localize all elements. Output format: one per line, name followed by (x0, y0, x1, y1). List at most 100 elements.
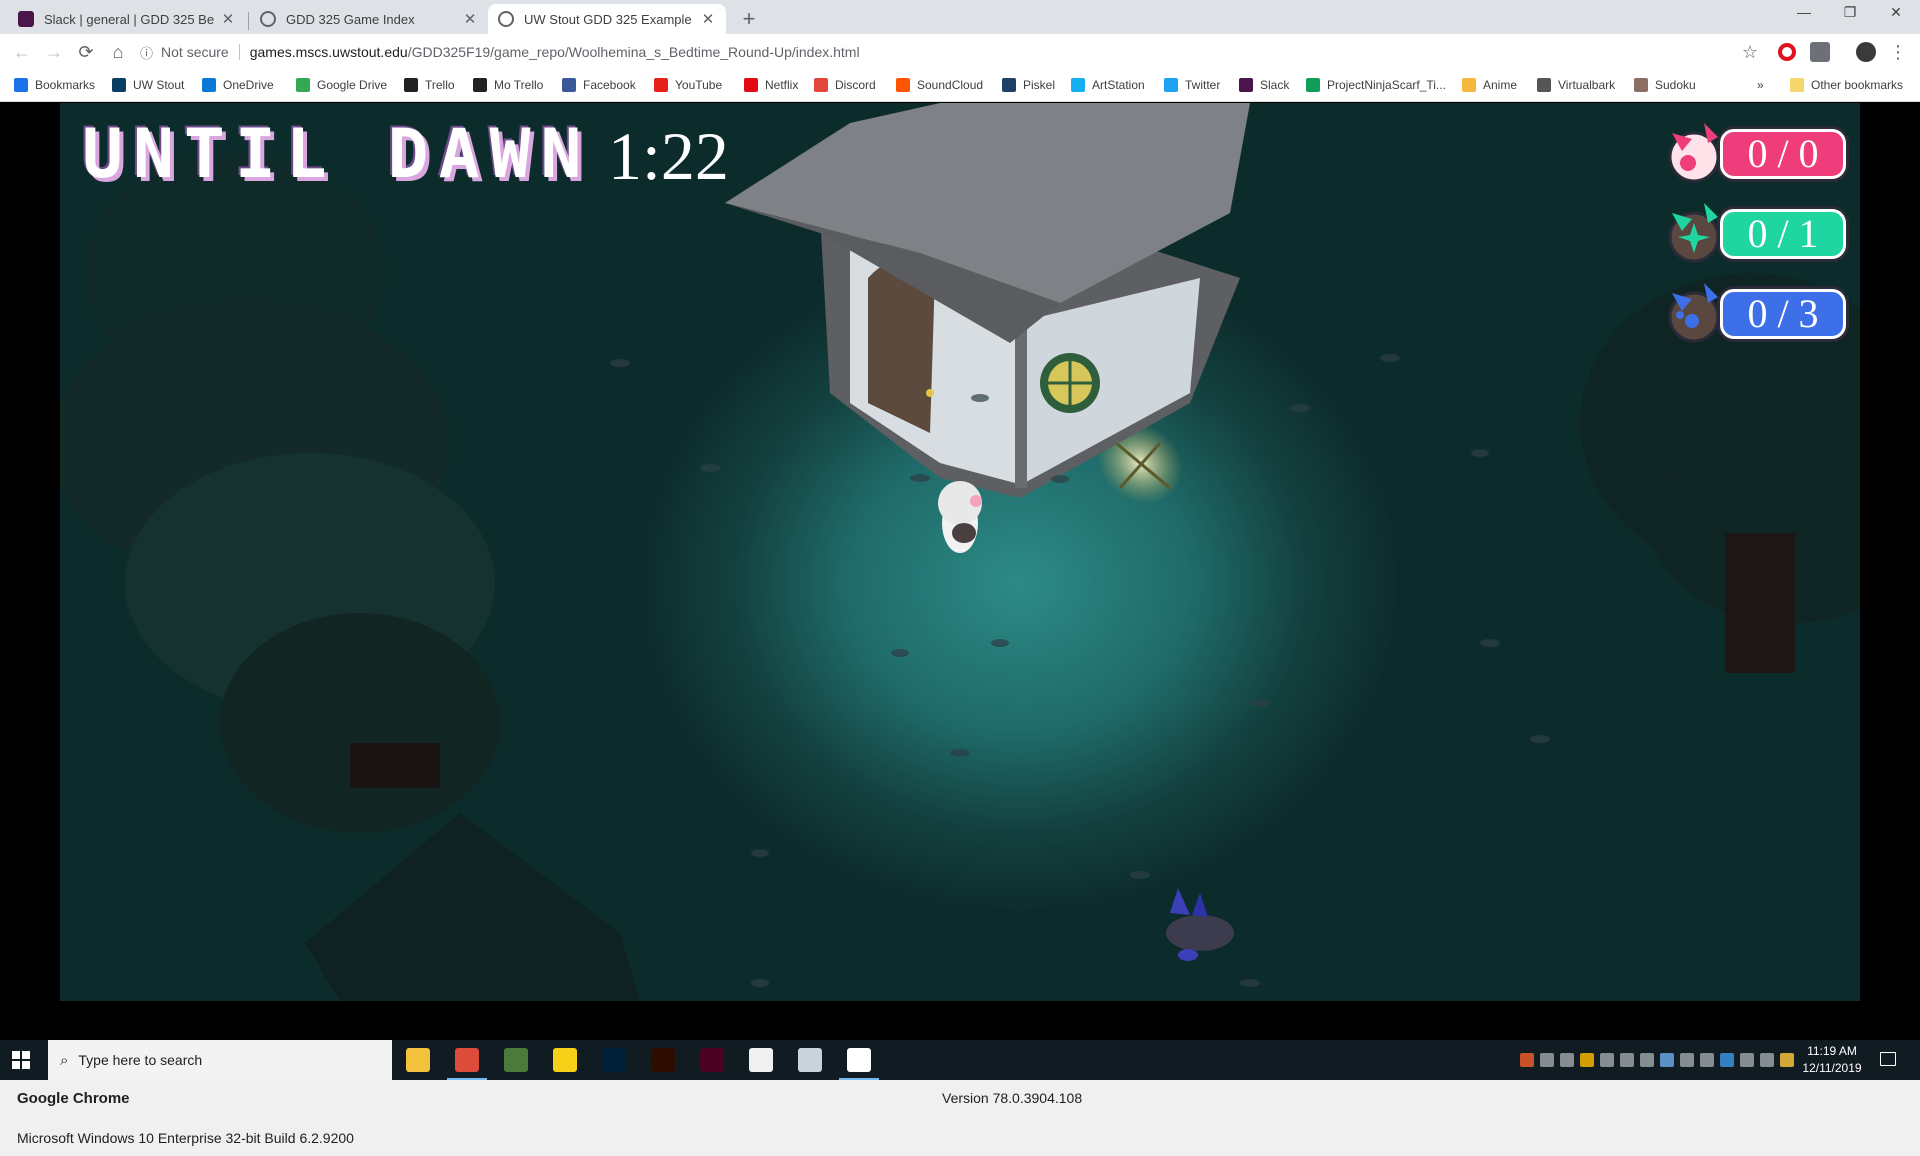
bookmark-virtualbark[interactable]: Virtualbark (1537, 78, 1615, 92)
windows-start-icon[interactable] (12, 1051, 30, 1069)
tab-slack[interactable]: Slack | general | GDD 325 Berrier ✕ (8, 4, 246, 34)
opera-extension-icon[interactable] (1778, 43, 1796, 61)
bookmark-bookmarks[interactable]: Bookmarks (14, 78, 95, 92)
volume-icon[interactable] (1760, 1053, 1774, 1067)
chrome-icon[interactable] (447, 1048, 487, 1080)
minimize-button[interactable]: — (1782, 4, 1826, 26)
bookmark-label: ProjectNinjaScarf_Ti... (1327, 78, 1446, 92)
bookmark-soundcloud[interactable]: SoundCloud (896, 78, 983, 92)
tab-example-game[interactable]: UW Stout GDD 325 Example Gam ✕ (488, 4, 726, 34)
tab-game-index[interactable]: GDD 325 Game Index ✕ (250, 4, 488, 34)
omnibox-divider (238, 44, 240, 60)
close-tab-icon[interactable]: ✕ (462, 10, 478, 28)
reload-button[interactable]: ⟳ (74, 41, 98, 63)
onedrive-tray-icon[interactable] (1660, 1053, 1674, 1067)
windows-taskbar: ⌕ Type here to search 11:19 AM 12/11/201… (0, 1040, 1920, 1080)
steam-tray-icon[interactable] (1600, 1053, 1614, 1067)
tree-left-bottom (305, 813, 640, 1001)
bookmark-favicon-icon (562, 78, 576, 92)
url-host: games.mscs.uwstout.edu (249, 44, 408, 60)
bookmark-trello[interactable]: Trello (404, 78, 455, 92)
bookmark-label: SoundCloud (917, 78, 984, 92)
bookmark-youtube[interactable]: YouTube (654, 78, 722, 92)
bookmark-label: Slack (1260, 78, 1290, 92)
tray-app-icon[interactable] (1540, 1053, 1554, 1067)
pink-sheep-counter: 0 / 0 (1664, 117, 1854, 187)
discord-tray-icon[interactable] (1560, 1053, 1574, 1067)
bookmark-favicon-icon (814, 78, 828, 92)
bookmark-label: OneDrive (223, 78, 274, 92)
other-bookmarks-folder[interactable]: Other bookmarks (1790, 78, 1903, 92)
bookmark-favicon-icon (1164, 78, 1178, 92)
bluetooth-icon[interactable] (1720, 1053, 1734, 1067)
illustrator-icon[interactable] (651, 1048, 675, 1072)
bookmark-twitter[interactable]: Twitter (1164, 78, 1220, 92)
player-sheep (938, 481, 982, 553)
new-tab-button[interactable]: + (736, 6, 762, 32)
indesign-icon[interactable] (700, 1048, 724, 1072)
bookmark-anime[interactable]: Anime (1462, 78, 1517, 92)
bookmark-label: Discord (835, 78, 876, 92)
close-window-button[interactable]: ✕ (1874, 4, 1918, 26)
home-button[interactable]: ⌂ (106, 41, 130, 63)
bookmark-netflix[interactable]: Netflix (744, 78, 798, 92)
minecraft-icon[interactable] (504, 1048, 528, 1072)
file-explorer-icon[interactable] (406, 1048, 430, 1072)
bookmark-artstation[interactable]: ArtStation (1071, 78, 1145, 92)
bookmark-discord[interactable]: Discord (814, 78, 876, 92)
address-bar[interactable]: ⓘ Not secure games.mscs.uwstout.edu/GDD3… (140, 39, 1760, 65)
bookmark-onedrive[interactable]: OneDrive (202, 78, 274, 92)
bookmark-label: Google Drive (317, 78, 388, 92)
bookmarks-overflow-button[interactable]: » (1757, 78, 1764, 92)
bookmark-sudoku[interactable]: Sudoku (1634, 78, 1696, 92)
bookmark-label: YouTube (675, 78, 723, 92)
close-tab-icon[interactable]: ✕ (700, 10, 716, 28)
sticky-notes-icon[interactable] (553, 1048, 577, 1072)
menu-kebab-icon[interactable]: ⋮ (1886, 41, 1910, 63)
game-scene (60, 103, 1860, 1001)
photoshop-icon[interactable] (602, 1048, 626, 1072)
game-canvas[interactable]: UNTIL DAWN 1:22 0 / 0 0 / 1 0 / 3 (60, 103, 1860, 1001)
bookmark-mo-trello[interactable]: Mo Trello (473, 78, 543, 92)
bookmark-piskel[interactable]: Piskel (1002, 78, 1055, 92)
notification-center-icon[interactable] (1880, 1052, 1896, 1066)
bookmark-favicon-icon (1462, 78, 1476, 92)
bookmark-favicon-icon (1306, 78, 1320, 92)
back-button[interactable]: ← (10, 41, 34, 63)
bookmark-google-drive[interactable]: Google Drive (296, 78, 387, 92)
forward-button[interactable]: → (42, 41, 66, 63)
bookmark-favicon-icon (744, 78, 758, 92)
countdown-timer: 1:22 (608, 118, 729, 194)
bookmark-favicon-icon (202, 78, 216, 92)
tab-title: Slack | general | GDD 325 Berrier (44, 11, 214, 27)
bookmarks-bar: Bookmarks UW Stout OneDrive Google Drive Tre… (0, 70, 1920, 102)
search-placeholder: Type here to search (78, 1052, 203, 1068)
tray-app-icon[interactable] (1580, 1053, 1594, 1067)
bookmark-slack[interactable]: Slack (1239, 78, 1289, 92)
battery-icon[interactable] (1680, 1053, 1694, 1067)
bookmark-label: Netflix (765, 78, 799, 92)
remote-desktop-icon[interactable] (798, 1048, 822, 1072)
close-tab-icon[interactable]: ✕ (220, 10, 236, 28)
profile-avatar[interactable] (1856, 42, 1876, 62)
wifi-icon[interactable] (1700, 1053, 1714, 1067)
star-bookmark-icon[interactable]: ☆ (1740, 42, 1760, 62)
bookmark-uw-stout[interactable]: UW Stout (112, 78, 184, 92)
blue-sheep-counter: 0 / 3 (1664, 277, 1854, 347)
paint-icon[interactable] (839, 1048, 879, 1080)
taskbar-search-box[interactable]: ⌕ Type here to search (48, 1040, 392, 1080)
tray-app-icon[interactable] (1620, 1053, 1634, 1067)
security-tray-icon[interactable] (1780, 1053, 1794, 1067)
info-icon[interactable]: ⓘ (140, 43, 153, 62)
clock-time: 11:19 AM (1807, 1044, 1857, 1058)
os-text: Microsoft Windows 10 Enterprise 32-bit B… (17, 1130, 354, 1146)
tray-app-icon[interactable] (1640, 1053, 1654, 1067)
tray-app-icon[interactable] (1740, 1053, 1754, 1067)
restore-button[interactable]: ❐ (1828, 4, 1872, 26)
bookmark-projectninjascarf-ti[interactable]: ProjectNinjaScarf_Ti... (1306, 78, 1446, 92)
taskbar-clock[interactable]: 11:19 AM 12/11/2019 (1800, 1043, 1864, 1077)
tray-app-icon[interactable] (1520, 1053, 1534, 1067)
itunes-icon[interactable] (749, 1048, 773, 1072)
bookmark-facebook[interactable]: Facebook (562, 78, 636, 92)
facebook-extension-icon[interactable] (1810, 42, 1830, 62)
